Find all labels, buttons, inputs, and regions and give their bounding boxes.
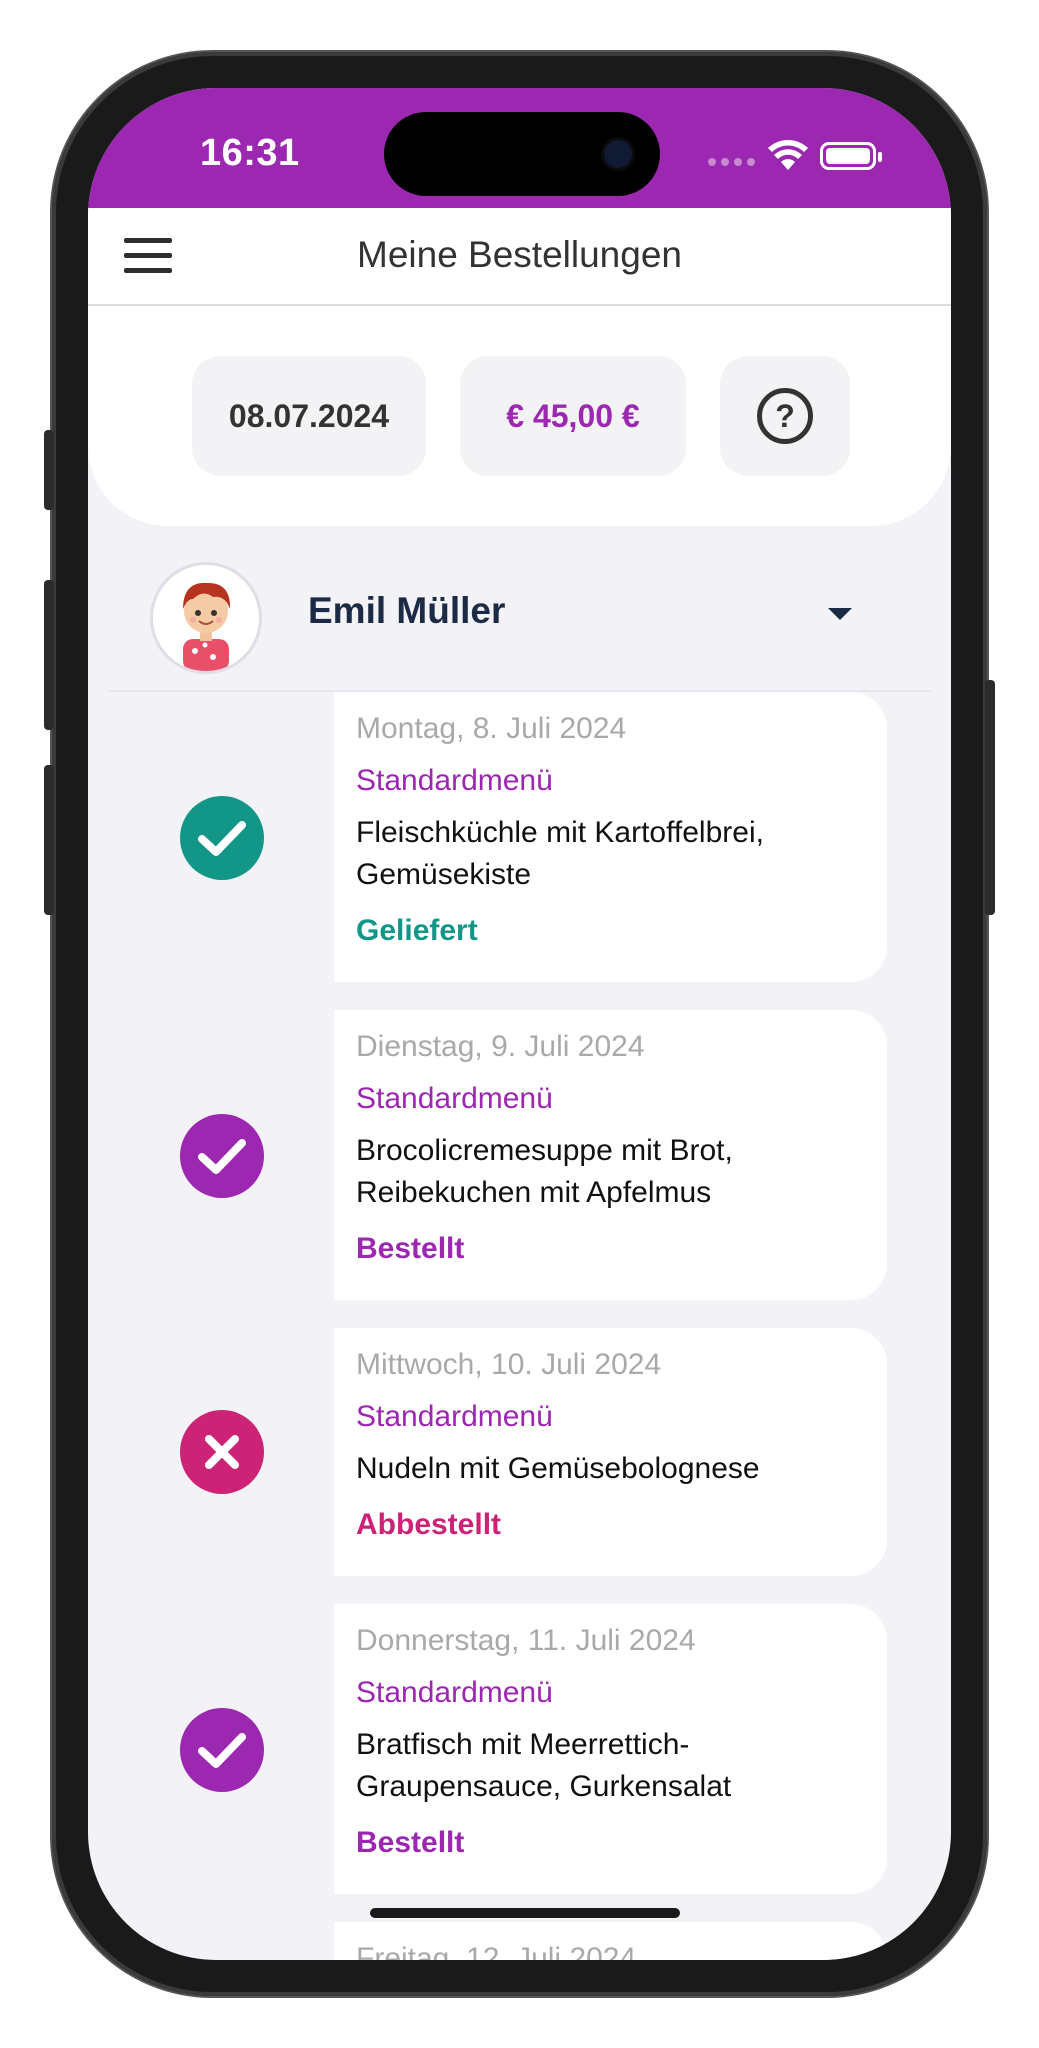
summary-card: 08.07.2024 € 45,00 € ?	[88, 306, 951, 526]
page-title: Meine Bestellungen	[357, 234, 682, 275]
app-header: Meine Bestellungen	[88, 208, 951, 306]
app-screen: 16:31 Meine Bestellungen 08.07.2024 € 45…	[88, 88, 951, 1960]
camera-icon	[604, 140, 632, 168]
order-dish: Bratfisch mit Meerrettich-Graupensauce, …	[356, 1728, 732, 1803]
check-icon	[180, 1114, 264, 1198]
check-icon	[180, 1708, 264, 1792]
order-dish: Fleischküchle mit Kartoffelbrei, Gemüsek…	[356, 816, 764, 891]
avatar	[150, 562, 262, 674]
order-item[interactable]: Mittwoch, 10. Juli 2024 Standardmenü Nud…	[88, 1328, 951, 1576]
order-item[interactable]: Freitag, 12. Juli 2024	[88, 1922, 951, 1960]
check-icon	[180, 796, 264, 880]
question-circle-icon: ?	[757, 388, 813, 444]
chevron-down-icon	[828, 608, 852, 620]
help-button[interactable]: ?	[720, 356, 850, 476]
order-item[interactable]: Donnerstag, 11. Juli 2024 Standardmenü B…	[88, 1604, 951, 1894]
order-menu: Standardmenü	[356, 1400, 553, 1433]
order-card: Freitag, 12. Juli 2024	[334, 1922, 887, 1960]
cross-icon	[180, 1410, 264, 1494]
order-card: Donnerstag, 11. Juli 2024 Standardmenü B…	[334, 1604, 887, 1894]
order-date: Mittwoch, 10. Juli 2024	[356, 1348, 662, 1381]
balance-button[interactable]: € 45,00 €	[460, 356, 686, 476]
volume-up-button	[44, 580, 54, 730]
order-menu: Standardmenü	[356, 764, 553, 797]
order-card: Mittwoch, 10. Juli 2024 Standardmenü Nud…	[334, 1328, 887, 1576]
order-menu: Standardmenü	[356, 1676, 553, 1709]
battery-icon	[820, 142, 882, 170]
home-indicator	[370, 1908, 680, 1918]
status-time: 16:31	[200, 132, 300, 174]
order-status: Bestellt	[356, 1232, 465, 1265]
dynamic-island	[384, 112, 660, 196]
cellular-signal-icon	[708, 158, 755, 166]
order-dish: Nudeln mit Gemüsebolognese	[356, 1452, 760, 1485]
order-item[interactable]: Montag, 8. Juli 2024 Standardmenü Fleisc…	[88, 692, 951, 982]
order-dish: Brocolicremesuppe mit Brot, Reibekuchen …	[356, 1134, 733, 1209]
child-name: Emil Müller	[308, 590, 506, 631]
order-date: Montag, 8. Juli 2024	[356, 712, 627, 745]
order-date: Freitag, 12. Juli 2024	[356, 1942, 637, 1960]
status-bar: 16:31	[88, 88, 951, 208]
order-status: Bestellt	[356, 1826, 465, 1859]
wifi-icon	[768, 140, 808, 170]
order-date: Donnerstag, 11. Juli 2024	[356, 1624, 696, 1657]
order-status: Abbestellt	[356, 1508, 502, 1541]
order-card: Montag, 8. Juli 2024 Standardmenü Fleisc…	[334, 692, 887, 982]
child-selector[interactable]: Emil Müller	[108, 558, 931, 692]
order-card: Dienstag, 9. Juli 2024 Standardmenü Broc…	[334, 1010, 887, 1300]
volume-down-button	[44, 765, 54, 915]
order-status: Geliefert	[356, 914, 478, 947]
order-date: Dienstag, 9. Juli 2024	[356, 1030, 645, 1063]
silent-switch	[44, 430, 54, 510]
power-button	[985, 680, 995, 915]
date-selector-button[interactable]: 08.07.2024	[192, 356, 426, 476]
order-menu: Standardmenü	[356, 1082, 553, 1115]
order-item[interactable]: Dienstag, 9. Juli 2024 Standardmenü Broc…	[88, 1010, 951, 1300]
